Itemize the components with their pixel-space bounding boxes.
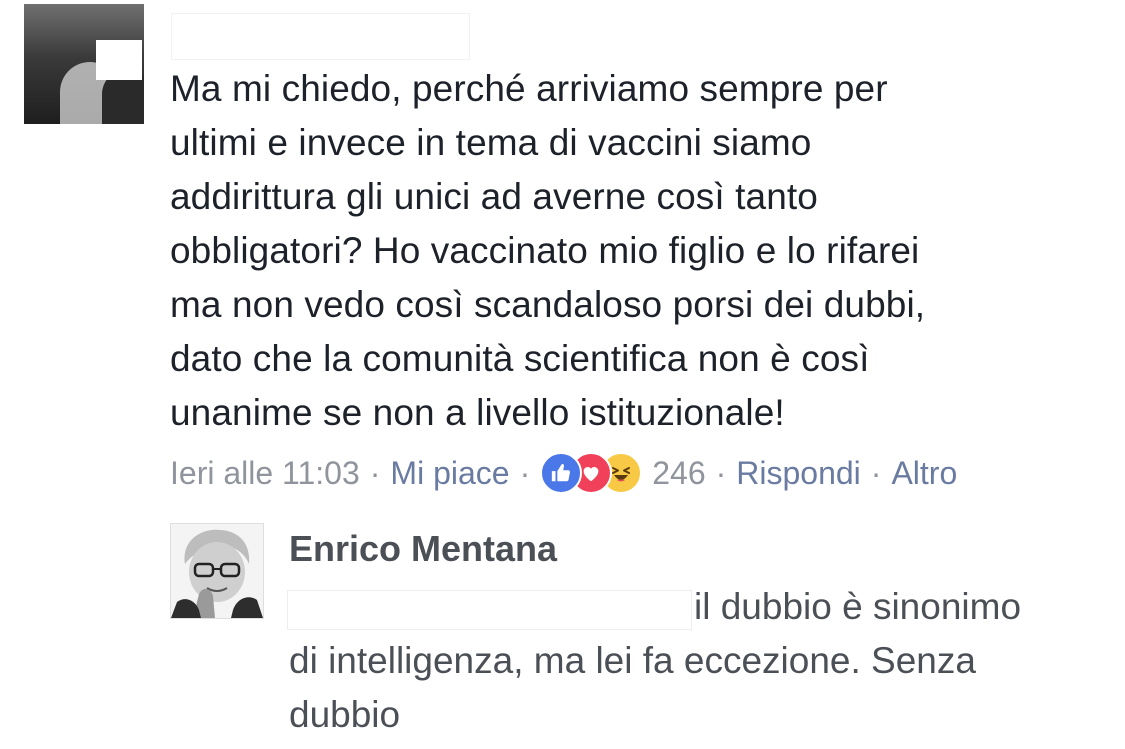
comment-line: ma non vedo così scandaloso porsi dei du… [170, 284, 926, 325]
commenter-avatar[interactable] [24, 4, 144, 124]
reply-avatar[interactable] [170, 523, 264, 619]
portrait-image [171, 524, 263, 618]
separator-dot: · [715, 454, 727, 491]
separator-dot: · [369, 454, 381, 491]
comment-line: dato che la comunità scientifica non è c… [170, 338, 870, 379]
comment-line: ultimi e invece in tema di vaccini siamo [170, 122, 812, 163]
comment-line: unanime se non a livello istituzionale! [170, 392, 785, 433]
reply-button[interactable]: Rispondi [736, 455, 861, 492]
comment-line: obbligatori? Ho vaccinato mio figlio e l… [170, 230, 920, 271]
reply-line: dubbio [289, 694, 401, 735]
more-button[interactable]: Altro [891, 455, 957, 492]
reaction-count[interactable]: 246 [652, 455, 705, 492]
comment-timestamp[interactable]: Ieri alle 11:03 [170, 455, 360, 492]
like-button[interactable]: Mi piace [390, 455, 509, 492]
comment-line: Ma mi chiedo, perché arriviamo sempre pe… [170, 68, 888, 109]
comment-line: addirittura gli unici ad averne così tan… [170, 176, 818, 217]
reply-line: di intelligenza, ma lei fa eccezione. Se… [289, 640, 976, 681]
like-icon [540, 452, 583, 494]
avatar-redaction [96, 40, 142, 80]
separator-dot: · [519, 454, 531, 491]
reply-text-redaction [287, 590, 692, 630]
commenter-name-redacted[interactable] [171, 13, 470, 60]
separator-dot: · [870, 454, 882, 491]
comment-meta-bar: Ieri alle 11:03 · Mi piace · 246 · Rispo… [170, 448, 957, 498]
reply-author-name[interactable]: Enrico Mentana [289, 528, 557, 570]
reactions-summary[interactable] [540, 452, 643, 494]
comment-body: Ma mi chiedo, perché arriviamo sempre pe… [170, 62, 1100, 440]
